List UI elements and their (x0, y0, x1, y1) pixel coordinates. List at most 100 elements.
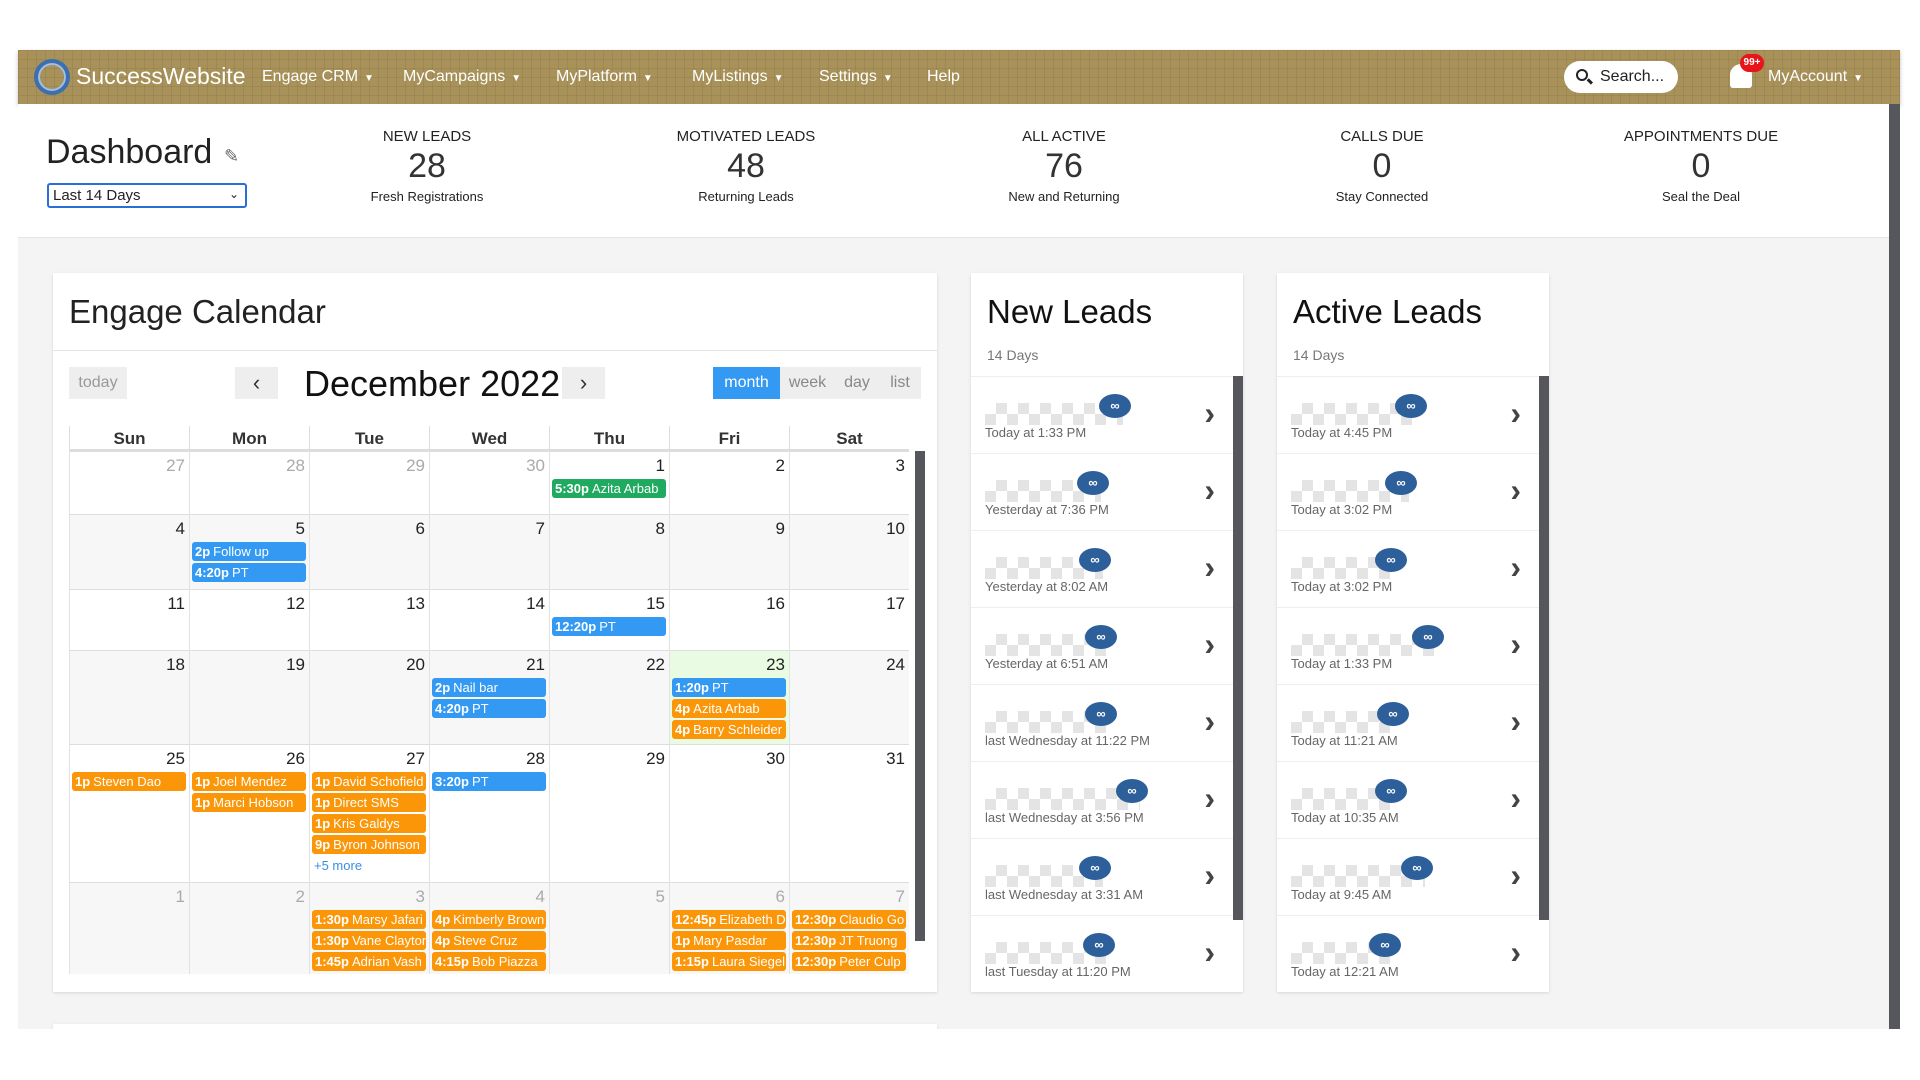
stat-appointments-due[interactable]: APPOINTMENTS DUE 0 Seal the Deal (1571, 128, 1831, 204)
calendar-day-cell[interactable]: 15 12:20p PT (549, 589, 669, 650)
lead-item[interactable]: ∞ Yesterday at 6:51 AM › (971, 607, 1243, 684)
chat-bubble-icon[interactable]: ∞ (1375, 548, 1407, 572)
lead-item[interactable]: ∞ Today at 10:35 AM › (1277, 761, 1549, 838)
calendar-day-cell[interactable]: 11 (69, 589, 189, 650)
calendar-day-cell[interactable]: 28 (189, 451, 309, 514)
chevron-right-icon[interactable]: › (1204, 703, 1215, 740)
calendar-day-cell[interactable]: 26 1p Joel Mendez 1p Marci Hobson (189, 744, 309, 882)
calendar-day-cell[interactable]: 3 (789, 451, 909, 514)
nav-mylistings[interactable]: MyListings ▼ (692, 68, 783, 86)
chat-bubble-icon[interactable]: ∞ (1085, 702, 1117, 726)
calendar-day-cell[interactable]: 24 (789, 650, 909, 744)
calendar-day-cell[interactable]: 10 (789, 514, 909, 589)
chat-bubble-icon[interactable]: ∞ (1077, 471, 1109, 495)
stat-calls-due[interactable]: CALLS DUE 0 Stay Connected (1252, 128, 1512, 204)
chat-bubble-icon[interactable]: ∞ (1377, 702, 1409, 726)
chevron-right-icon[interactable]: › (1510, 780, 1521, 817)
stat-all-active[interactable]: ALL ACTIVE 76 New and Returning (934, 128, 1194, 204)
calendar-day-cell[interactable]: 1 5:30p Azita Arbab (549, 451, 669, 514)
calendar-event[interactable]: 4p Steve Cruz (432, 931, 546, 950)
calendar-day-cell[interactable]: 19 (189, 650, 309, 744)
nav-engage-crm[interactable]: Engage CRM ▼ (262, 68, 374, 86)
brand-name[interactable]: SuccessWebsite (76, 63, 246, 90)
chat-bubble-icon[interactable]: ∞ (1401, 856, 1433, 880)
nav-mycampaigns[interactable]: MyCampaigns ▼ (403, 68, 521, 86)
calendar-day-cell[interactable]: 6 (309, 514, 429, 589)
chat-bubble-icon[interactable]: ∞ (1083, 933, 1115, 957)
calendar-day-cell[interactable]: 21 2p Nail bar 4:20p PT (429, 650, 549, 744)
calendar-day-cell[interactable]: 28 3:20p PT (429, 744, 549, 882)
chevron-right-icon[interactable]: › (1204, 626, 1215, 663)
page-scrollbar[interactable] (1889, 104, 1900, 1029)
calendar-event[interactable]: 4:15p Bob Piazza (432, 952, 546, 971)
next-month-button[interactable]: › (562, 367, 605, 399)
calendar-day-cell[interactable]: 13 (309, 589, 429, 650)
calendar-day-cell[interactable]: 17 (789, 589, 909, 650)
calendar-day-cell[interactable]: 12 (189, 589, 309, 650)
calendar-day-cell[interactable]: 23 1:20p PT 4p Azita Arbab 4p Barry Schleider (669, 650, 789, 744)
calendar-day-cell[interactable]: 2 (669, 451, 789, 514)
calendar-day-cell[interactable]: 16 (669, 589, 789, 650)
calendar-day-cell[interactable]: 3 1:30p Marsy Jafari 1:30p Vane Clayton 1:45p… (309, 882, 429, 974)
lead-item[interactable]: ∞ last Wednesday at 3:56 PM › (971, 761, 1243, 838)
calendar-day-cell[interactable]: 31 (789, 744, 909, 882)
date-range-select[interactable]: Last 14 Days ⌄ (47, 183, 247, 208)
lead-item[interactable]: ∞ Today at 11:21 AM › (1277, 684, 1549, 761)
lead-item[interactable]: ∞ Today at 3:02 PM › (1277, 453, 1549, 530)
lead-item[interactable]: ∞ Today at 3:02 PM › (1277, 530, 1549, 607)
calendar-day-cell[interactable]: 4 4p Kimberly Brown 4p Steve Cruz 4:15p Bob Pi… (429, 882, 549, 974)
chevron-right-icon[interactable]: › (1510, 857, 1521, 894)
my-account-menu[interactable]: MyAccount ▼ (1768, 68, 1863, 86)
calendar-day-cell[interactable]: 29 (309, 451, 429, 514)
calendar-event[interactable]: 12:30p JT Truong (792, 931, 906, 950)
calendar-event[interactable]: 2p Follow up (192, 542, 306, 561)
active-leads-scrollbar[interactable] (1539, 376, 1549, 920)
chat-bubble-icon[interactable]: ∞ (1385, 471, 1417, 495)
calendar-event[interactable]: 1:45p Adrian Vash (312, 952, 426, 971)
calendar-event[interactable]: 1p Mary Pasdar (672, 931, 786, 950)
prev-month-button[interactable]: ‹ (235, 367, 278, 399)
calendar-event[interactable]: 4:20p PT (192, 563, 306, 582)
calendar-day-cell[interactable]: 1 (69, 882, 189, 974)
calendar-day-cell[interactable]: 5 (549, 882, 669, 974)
calendar-day-cell[interactable]: 14 (429, 589, 549, 650)
lead-item[interactable]: ∞ Yesterday at 8:02 AM › (971, 530, 1243, 607)
calendar-day-cell[interactable]: 30 (429, 451, 549, 514)
lead-item[interactable]: ∞ last Tuesday at 11:20 PM › (971, 915, 1243, 992)
calendar-day-cell[interactable]: 22 (549, 650, 669, 744)
calendar-day-cell[interactable]: 7 (429, 514, 549, 589)
chat-bubble-icon[interactable]: ∞ (1099, 394, 1131, 418)
calendar-event[interactable]: 9p Byron Johnson (312, 835, 426, 854)
chevron-right-icon[interactable]: › (1510, 395, 1521, 432)
lead-item[interactable]: ∞ Today at 1:33 PM › (1277, 607, 1549, 684)
nav-myplatform[interactable]: MyPlatform ▼ (556, 68, 653, 86)
calendar-event[interactable]: 1:20p PT (672, 678, 786, 697)
lead-item[interactable]: ∞ last Wednesday at 3:31 AM › (971, 838, 1243, 915)
calendar-event[interactable]: 1:30p Vane Clayton (312, 931, 426, 950)
calendar-event[interactable]: 1p Kris Galdys (312, 814, 426, 833)
calendar-event[interactable]: 12:30p Peter Culp (792, 952, 906, 971)
calendar-day-cell[interactable]: 20 (309, 650, 429, 744)
calendar-day-cell[interactable]: 27 (69, 451, 189, 514)
calendar-day-cell[interactable]: 6 12:45p Elizabeth D 1p Mary Pasdar 1:15p Laur… (669, 882, 789, 974)
calendar-event[interactable]: 4p Kimberly Brown (432, 910, 546, 929)
calendar-event[interactable]: 1:15p Laura Siegel (672, 952, 786, 971)
calendar-event[interactable]: 5:30p Azita Arbab (552, 479, 666, 498)
chevron-right-icon[interactable]: › (1204, 934, 1215, 971)
view-week-button[interactable]: week (780, 367, 835, 399)
calendar-event[interactable]: 12:30p Claudio Go (792, 910, 906, 929)
calendar-scrollbar[interactable] (915, 451, 925, 941)
chat-bubble-icon[interactable]: ∞ (1085, 625, 1117, 649)
search-input[interactable]: Search... (1564, 61, 1678, 93)
lead-item[interactable]: ∞ Today at 9:45 AM › (1277, 838, 1549, 915)
chat-bubble-icon[interactable]: ∞ (1375, 779, 1407, 803)
calendar-day-cell[interactable]: 9 (669, 514, 789, 589)
calendar-event[interactable]: 12:20p PT (552, 617, 666, 636)
calendar-event[interactable]: 12:45p Elizabeth D (672, 910, 786, 929)
calendar-event[interactable]: 4p Azita Arbab (672, 699, 786, 718)
view-list-button[interactable]: list (879, 367, 921, 399)
lead-item[interactable]: ∞ Yesterday at 7:36 PM › (971, 453, 1243, 530)
lead-item[interactable]: ∞ last Wednesday at 11:22 PM › (971, 684, 1243, 761)
calendar-event[interactable]: 1p Direct SMS (312, 793, 426, 812)
calendar-day-cell[interactable]: 5 2p Follow up 4:20p PT (189, 514, 309, 589)
